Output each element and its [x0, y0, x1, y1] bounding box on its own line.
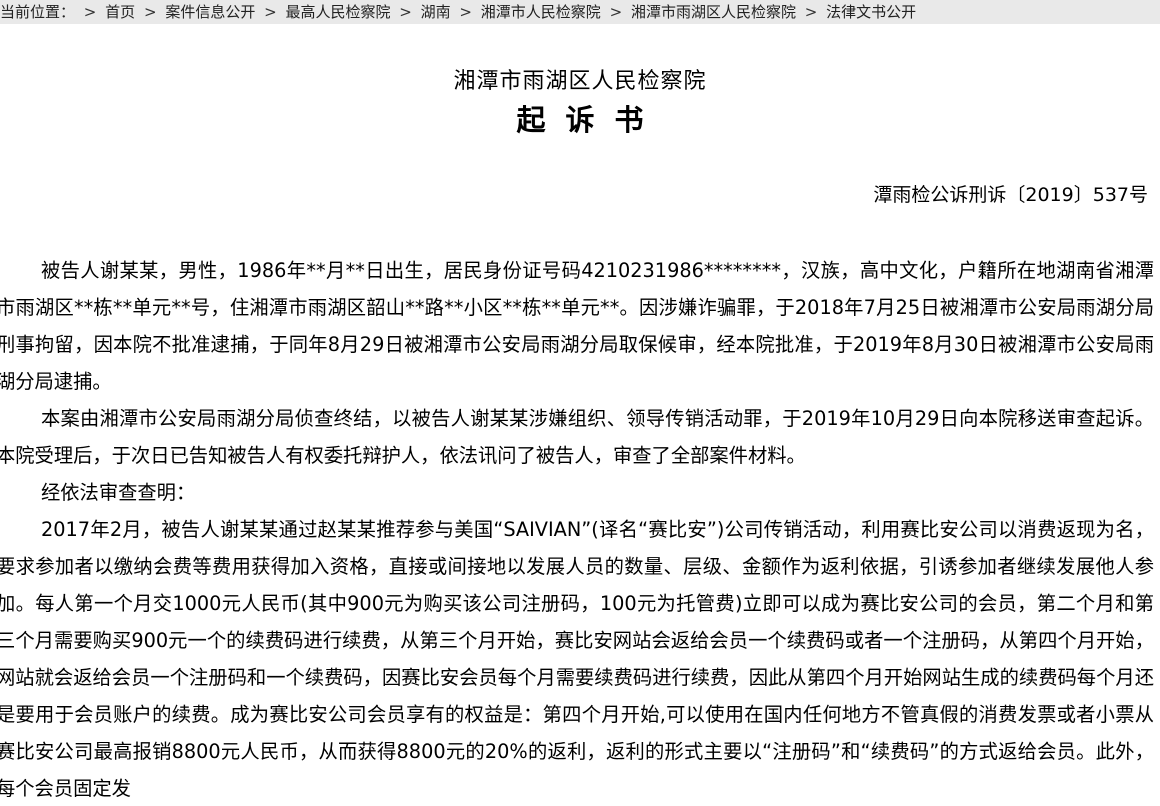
- paragraph-case-transfer: 本案由湘潭市公安局雨湖分局侦查终结，以被告人谢某某涉嫌组织、领导传销活动罪，于2…: [0, 407, 1154, 467]
- breadcrumb-separator: >: [83, 3, 97, 21]
- breadcrumb-link-legal-documents[interactable]: 法律文书公开: [826, 3, 916, 21]
- issuing-organization: 湘潭市雨湖区人民检察院: [453, 69, 707, 94]
- breadcrumb-separator: >: [143, 3, 157, 21]
- breadcrumb: 当前位置： > 首页 > 案件信息公开 > 最高人民检察院 > 湖南 > 湘潭市…: [0, 0, 1160, 24]
- document-number: 潭雨检公诉刑诉〔2019〕537号: [873, 184, 1148, 206]
- breadcrumb-prefix: 当前位置：: [0, 3, 76, 21]
- document-body: 被告人谢某某，男性，1986年**月**日出生，居民身份证号码421023198…: [0, 252, 1160, 806]
- breadcrumb-link-yuhu-procuratorate[interactable]: 湘潭市雨湖区人民检察院: [631, 3, 796, 21]
- breadcrumb-separator: >: [399, 3, 412, 21]
- breadcrumb-separator: >: [264, 3, 277, 21]
- paragraph-findings-heading: 经依法审查查明：: [41, 481, 196, 504]
- breadcrumb-separator: >: [459, 3, 472, 21]
- breadcrumb-link-case-info[interactable]: 案件信息公开: [165, 3, 255, 21]
- breadcrumb-link-home[interactable]: 首页: [105, 3, 135, 21]
- document-title: 起诉书: [516, 103, 664, 137]
- breadcrumb-link-xiangtan-procuratorate[interactable]: 湘潭市人民检察院: [481, 3, 601, 21]
- breadcrumb-separator: >: [609, 3, 623, 21]
- breadcrumb-separator: >: [804, 3, 818, 21]
- breadcrumb-link-supreme-procuratorate[interactable]: 最高人民检察院: [285, 3, 390, 21]
- paragraph-facts: 2017年2月，被告人谢某某通过赵某某推荐参与美国“SAIVIAN”(译名“赛比…: [0, 518, 1154, 800]
- breadcrumb-link-hunan[interactable]: 湖南: [421, 3, 451, 21]
- paragraph-defendant-info: 被告人谢某某，男性，1986年**月**日出生，居民身份证号码421023198…: [0, 259, 1154, 393]
